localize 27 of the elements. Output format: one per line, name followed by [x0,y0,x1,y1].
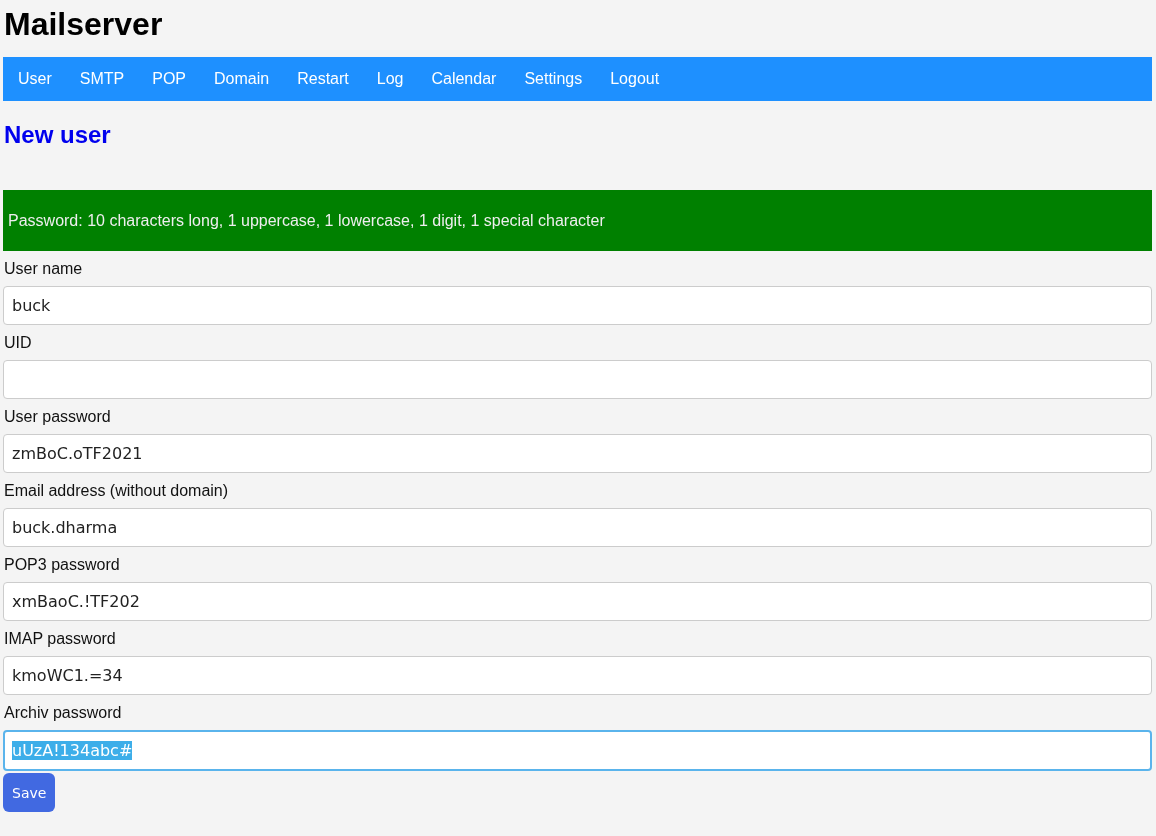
input-field[interactable]: xmBaoC.!TF202 [3,582,1152,621]
field-label: Email address (without domain) [3,481,229,501]
nav-link[interactable]: Log [362,70,418,88]
nav-link[interactable]: Restart [283,70,363,88]
nav-link[interactable]: Logout [596,70,674,88]
input-field[interactable] [3,360,1152,399]
nav-link[interactable]: POP [138,70,201,88]
input-field[interactable]: buck [3,286,1152,325]
field-label: UID [3,333,32,353]
nav-link[interactable]: Domain [200,70,284,88]
notice-text: Password: 10 characters long, 1 uppercase, 1 lowercase, 1 digit, 1 special character [8,211,605,230]
input-field[interactable]: buck.dharma [3,508,1152,547]
nav-link[interactable]: SMTP [65,70,139,88]
field-label: POP3 password [3,555,120,575]
field-label: User password [3,407,111,427]
section-heading: New user [3,120,112,150]
field-label: IMAP password [3,629,116,649]
nav-link[interactable]: User [4,70,66,88]
field-label: User name [3,259,83,279]
page-title: Mailserver [3,5,164,44]
field-label: Archiv password [3,703,122,723]
nav-link[interactable]: Settings [510,70,597,88]
input-field[interactable]: zmBoC.oTF2021 [3,434,1152,473]
input-field[interactable]: kmoWC1.=34 [3,656,1152,695]
input-field[interactable]: uUzA!134abc# [3,730,1152,771]
nav-link[interactable]: Calendar [417,70,511,88]
save-button[interactable]: Save [3,773,56,812]
